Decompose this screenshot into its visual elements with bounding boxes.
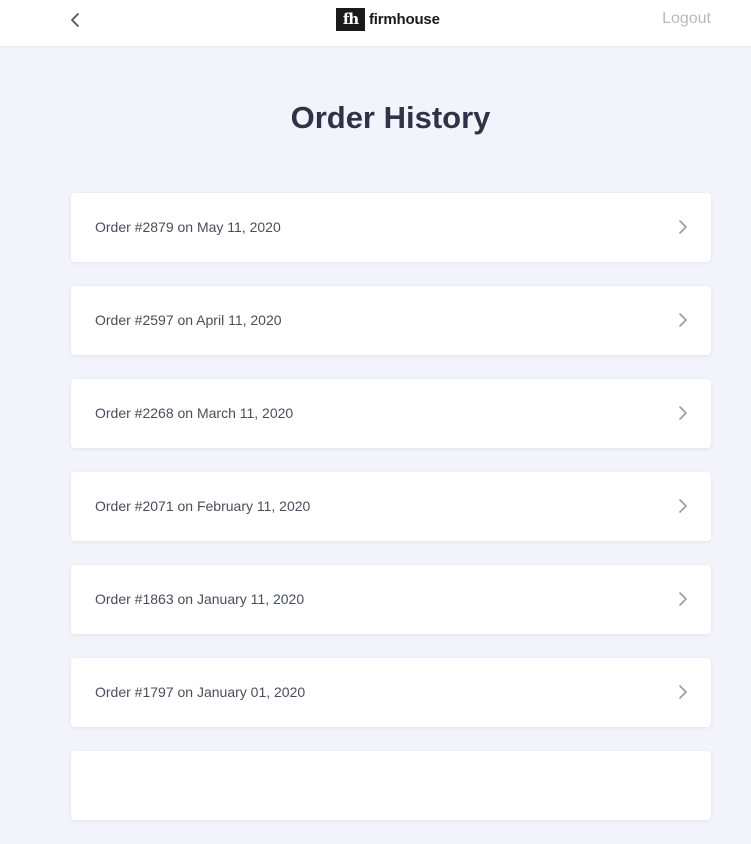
back-button[interactable] (64, 9, 86, 31)
order-label: Order #2071 on February 11, 2020 (95, 498, 311, 514)
order-label: Order #2597 on April 11, 2020 (95, 312, 282, 328)
order-label: Order #2268 on March 11, 2020 (95, 405, 294, 421)
order-item[interactable]: Order #2071 on February 11, 2020 (71, 472, 711, 541)
logo-mark: fh (336, 7, 365, 31)
logo-text: firmhouse (369, 10, 440, 28)
order-item[interactable]: Order #1863 on January 11, 2020 (71, 565, 711, 634)
chevron-right-icon (679, 406, 687, 420)
order-item[interactable]: Order #2597 on April 11, 2020 (71, 286, 711, 355)
order-label: Order #1797 on January 01, 2020 (95, 684, 306, 700)
chevron-right-icon (679, 499, 687, 513)
order-label: Order #2879 on May 11, 2020 (95, 219, 281, 235)
chevron-left-icon (71, 13, 79, 27)
firmhouse-logo[interactable]: fh firmhouse (336, 7, 440, 31)
chevron-right-icon (679, 220, 687, 234)
chevron-right-icon (679, 685, 687, 699)
order-item[interactable]: Order #2268 on March 11, 2020 (71, 379, 711, 448)
order-item[interactable]: Order #2879 on May 11, 2020 (71, 193, 711, 262)
page-title: Order History (290, 100, 491, 135)
logout-link[interactable]: Logout (662, 10, 711, 28)
order-list: Order #2879 on May 11, 2020 Order #2597 … (71, 193, 711, 844)
chevron-right-icon (679, 592, 687, 606)
top-header: fh firmhouse Logout (0, 0, 751, 46)
order-label: Order #1863 on January 11, 2020 (95, 591, 305, 607)
order-item-partial[interactable] (71, 751, 711, 820)
order-item[interactable]: Order #1797 on January 01, 2020 (71, 658, 711, 727)
chevron-right-icon (679, 313, 687, 327)
